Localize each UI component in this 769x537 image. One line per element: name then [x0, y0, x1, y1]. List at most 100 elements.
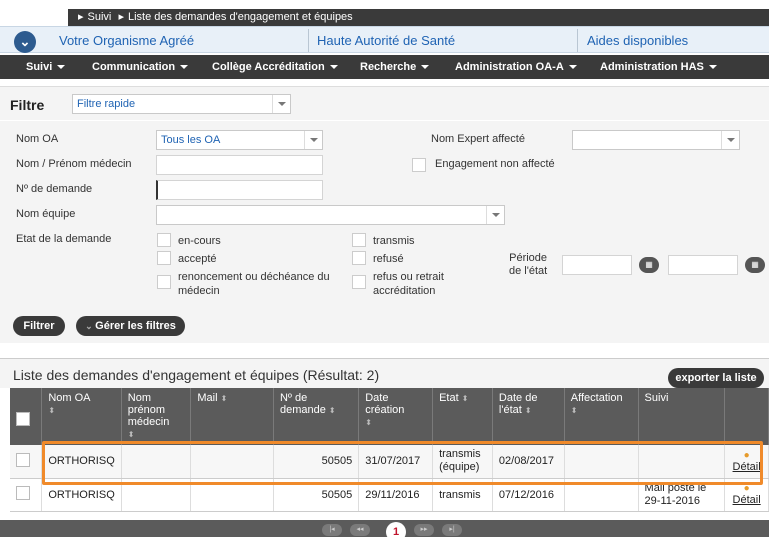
nav-label: Suivi — [26, 61, 53, 73]
state-refus-retrait-label: refus ou retrait accréditation — [373, 270, 444, 298]
cell-mail — [190, 445, 274, 479]
cell-medecin — [121, 445, 192, 479]
sort-icon: ⬍ — [365, 418, 372, 427]
col-num[interactable]: Nº de demande ⬍ — [273, 388, 360, 445]
sort-icon: ⬍ — [220, 394, 228, 403]
col-date-creation[interactable]: Date création ⬍ — [358, 388, 434, 445]
last-page-icon[interactable]: ▸| — [442, 524, 462, 536]
nav-suivi[interactable]: Suivi — [26, 55, 66, 79]
state-transmis-label: transmis — [373, 235, 415, 247]
expert-select[interactable] — [572, 130, 740, 150]
periode-line2: de l'état — [509, 265, 548, 277]
select-all-header — [10, 388, 43, 445]
col-label: Mail — [197, 392, 218, 404]
prev-page-icon[interactable]: ◂◂ — [350, 524, 370, 536]
filter-form: Nom OA Tous les OA Nom Expert affecté No… — [0, 121, 769, 343]
state-renoncement-line2: médecin — [178, 285, 220, 297]
sort-icon: ⬍ — [127, 430, 135, 439]
state-refuse-checkbox[interactable] — [352, 251, 366, 265]
top-links-bar: ⌄ Votre Organisme Agréé Haute Autorité d… — [0, 26, 769, 53]
main-nav: Suivi Communication Collège Accréditatio… — [0, 55, 769, 79]
state-refus-line1: refus ou retrait — [373, 271, 444, 283]
engagement-label: Engagement non affecté — [435, 158, 555, 170]
detail-link[interactable]: Détail — [733, 461, 761, 473]
first-page-icon[interactable]: |◂ — [322, 524, 342, 536]
table-row[interactable]: ORTHORISQ 50505 29/11/2016 transmis 07/1… — [10, 478, 769, 512]
col-date-etat[interactable]: Date de l'état ⬍ — [492, 388, 565, 445]
sort-icon: ⬍ — [461, 394, 469, 403]
export-button[interactable]: exporter la liste — [668, 368, 764, 388]
demande-input[interactable] — [156, 180, 323, 200]
nav-college[interactable]: Collège Accréditation — [212, 55, 338, 79]
col-label: Affectation — [570, 392, 623, 404]
nav-admin-has[interactable]: Administration HAS — [600, 55, 717, 79]
link-has[interactable]: Haute Autorité de Santé — [317, 27, 455, 54]
link-organisme[interactable]: Votre Organisme Agréé — [59, 27, 194, 54]
breadcrumb-arrow-icon: ▸ — [118, 11, 124, 23]
select-all-checkbox[interactable] — [16, 412, 30, 426]
next-page-icon[interactable]: ▸▸ — [414, 524, 434, 536]
col-label: Date création — [365, 392, 405, 416]
etat-line1: transmis — [439, 488, 481, 501]
sort-icon: ⬍ — [328, 406, 336, 415]
cell-affectation — [564, 445, 639, 479]
cell-mail — [190, 478, 274, 512]
row-checkbox[interactable] — [16, 452, 30, 467]
periode-end-input[interactable] — [668, 255, 738, 275]
chevron-down-icon — [304, 131, 322, 149]
state-accepte-checkbox[interactable] — [157, 251, 171, 265]
breadcrumb-item-suivi[interactable]: Suivi — [88, 11, 112, 23]
state-refuse-label: refusé — [373, 253, 404, 265]
filtrer-button[interactable]: Filtrer — [13, 316, 65, 336]
caret-down-icon — [708, 65, 717, 70]
calendar-icon[interactable]: ▦ — [639, 257, 659, 273]
gerer-filtres-button[interactable]: ⌄ Gérer les filtres — [76, 316, 185, 336]
results-table: Nom OA ⬍ Nom prénom médecin ⬍ Mail ⬍ Nº de… — [10, 388, 769, 512]
col-etat[interactable]: Etat ⬍ — [432, 388, 493, 445]
calendar-icon[interactable]: ▦ — [745, 257, 765, 273]
etat-line1: transmis — [439, 448, 481, 461]
chevron-down-icon — [272, 95, 290, 113]
nav-communication[interactable]: Communication — [92, 55, 189, 79]
table-row[interactable]: ORTHORISQ 50505 31/07/2017 transmis (équi… — [10, 445, 769, 479]
current-page[interactable]: 1 — [386, 522, 406, 537]
state-accepte-label: accepté — [178, 253, 217, 265]
cell-affectation — [564, 478, 639, 512]
col-label: Suivi — [644, 392, 669, 404]
link-aides[interactable]: Aides disponibles — [587, 27, 688, 54]
medecin-label: Nom / Prénom médecin — [16, 158, 132, 170]
nav-label: Recherche — [360, 61, 417, 73]
state-en-cours-checkbox[interactable] — [157, 233, 171, 247]
pagination: |◂ ◂◂ 1 ▸▸ ▸| — [0, 520, 769, 537]
col-affectation[interactable]: Affectation ⬍ — [564, 388, 639, 445]
medecin-input[interactable] — [156, 155, 323, 175]
caret-down-icon — [329, 65, 338, 70]
state-transmis-checkbox[interactable] — [352, 233, 366, 247]
col-actions — [724, 388, 769, 445]
cell-nom-oa: ORTHORISQ — [41, 445, 122, 479]
equipe-select[interactable] — [156, 205, 505, 225]
state-renoncement-line1: renoncement ou déchéance du — [178, 271, 330, 283]
detail-link[interactable]: Détail — [733, 494, 761, 506]
caret-down-icon — [57, 65, 66, 70]
nav-admin-oa[interactable]: Administration OA-A — [455, 55, 577, 79]
state-en-cours-label: en-cours — [178, 235, 221, 247]
quick-filter-select[interactable]: Filtre rapide — [72, 94, 291, 114]
nom-oa-select[interactable]: Tous les OA — [156, 130, 323, 150]
nav-recherche[interactable]: Recherche — [360, 55, 430, 79]
periode-start-input[interactable] — [562, 255, 632, 275]
engagement-checkbox[interactable] — [412, 158, 426, 172]
filter-bar: Filtre Filtre rapide — [0, 86, 769, 120]
cell-date-creation: 31/07/2017 — [358, 445, 434, 479]
col-nom-oa[interactable]: Nom OA ⬍ — [41, 388, 122, 445]
chevron-down-icon: ⌄ — [85, 321, 96, 331]
chevron-down-icon[interactable]: ⌄ — [14, 31, 36, 53]
gerer-filtres-label: Gérer les filtres — [95, 320, 176, 332]
col-mail[interactable]: Mail ⬍ — [190, 388, 274, 445]
row-checkbox[interactable] — [16, 486, 30, 500]
state-refus-line2: accréditation — [373, 285, 436, 297]
row-checkbox-cell — [10, 478, 43, 512]
col-medecin[interactable]: Nom prénom médecin ⬍ — [121, 388, 192, 445]
state-refus-retrait-checkbox[interactable] — [352, 275, 366, 289]
state-renoncement-checkbox[interactable] — [157, 275, 171, 289]
